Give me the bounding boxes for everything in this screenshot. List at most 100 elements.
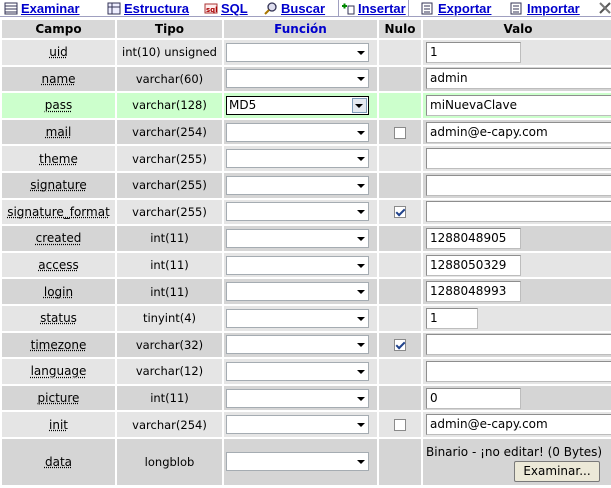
tab-insertar[interactable]: Insertar (338, 0, 409, 17)
tab-estructura[interactable]: Estructura (105, 0, 191, 16)
function-select[interactable] (226, 256, 369, 275)
value-input[interactable]: miNuevaClave (426, 95, 611, 116)
null-cell (379, 439, 421, 485)
table-row: language varchar(12) (2, 359, 611, 384)
null-checkbox[interactable] (394, 339, 406, 351)
null-checkbox[interactable] (394, 206, 406, 218)
value-cell: 1288048993 (423, 279, 611, 304)
function-cell (224, 333, 377, 358)
function-cell (224, 359, 377, 384)
value-cell: 0 (423, 386, 611, 411)
null-cell (379, 412, 421, 437)
field-name-cell: theme (2, 146, 115, 171)
value-input[interactable] (426, 201, 611, 222)
value-input[interactable]: admin (426, 68, 611, 89)
field-name-cell: signature_format (2, 200, 115, 225)
null-checkbox[interactable] (394, 127, 406, 139)
function-select[interactable] (226, 176, 369, 195)
function-select[interactable] (226, 362, 369, 381)
column-header-function[interactable]: Función (224, 20, 377, 38)
null-cell (379, 333, 421, 358)
function-cell (224, 279, 377, 304)
browse-table-icon (4, 2, 18, 15)
function-select[interactable] (226, 69, 369, 88)
tab-buscar[interactable]: Buscar (262, 0, 327, 16)
field-type: varchar(128) (117, 93, 222, 118)
function-select[interactable] (226, 43, 369, 62)
field-type: varchar(255) (117, 200, 222, 225)
browse-file-button[interactable]: Examinar... (514, 461, 600, 482)
field-name: language (31, 364, 87, 378)
chevron-down-icon (357, 290, 365, 294)
value-input[interactable]: 1288050329 (426, 255, 521, 276)
value-input[interactable] (426, 148, 611, 169)
function-select[interactable] (226, 415, 369, 434)
value-cell (423, 173, 611, 198)
function-select[interactable] (226, 202, 369, 221)
function-cell (224, 226, 377, 251)
tab-bar: Examinar Estructura sql SQL Buscar Insertar Ex… (0, 0, 611, 17)
value-cell: Binario - ¡no editar! (0 Bytes) Examinar.… (423, 439, 611, 485)
null-checkbox[interactable] (394, 419, 406, 431)
table-row: theme varchar(255) (2, 146, 611, 171)
tab-label: Exportar (438, 1, 491, 16)
table-row: init varchar(254) admin@e-capy.com (2, 412, 611, 437)
function-cell (224, 439, 377, 485)
function-cell (224, 67, 377, 92)
tab-examinar[interactable]: Examinar (2, 0, 82, 16)
function-select[interactable] (226, 123, 369, 142)
chevron-down-icon (357, 460, 365, 464)
value-input[interactable]: 0 (426, 388, 521, 409)
function-select[interactable] (226, 389, 369, 408)
function-select[interactable] (226, 452, 369, 471)
field-name: mail (46, 125, 72, 139)
field-type: int(11) (117, 279, 222, 304)
operations-icon[interactable] (598, 1, 611, 15)
value-input[interactable] (426, 361, 611, 382)
function-cell (224, 200, 377, 225)
value-input[interactable]: 1 (426, 42, 521, 63)
field-name: signature (30, 178, 87, 192)
tab-exportar[interactable]: Exportar (419, 0, 493, 16)
value-input[interactable] (426, 334, 611, 355)
function-select[interactable] (226, 149, 369, 168)
value-input[interactable]: 1 (426, 308, 478, 329)
null-cell (379, 306, 421, 331)
chevron-down-icon (357, 210, 365, 214)
value-cell (423, 200, 611, 225)
tab-sql[interactable]: sql SQL (202, 0, 250, 16)
value-input[interactable]: 1288048905 (426, 228, 521, 249)
function-select[interactable] (226, 229, 369, 248)
value-input[interactable] (426, 175, 611, 196)
dropdown-button[interactable] (352, 98, 367, 113)
function-select[interactable] (226, 335, 369, 354)
function-select[interactable] (226, 309, 369, 328)
field-name: status (40, 311, 77, 325)
function-select-value: MD5 (229, 98, 256, 112)
value-cell: admin@e-capy.com (423, 120, 611, 145)
null-cell (379, 173, 421, 198)
field-type: int(11) (117, 253, 222, 278)
tab-importar[interactable]: Importar (508, 0, 582, 16)
insert-form-table: Campo Tipo Función Nulo Valo uid int(10) … (0, 18, 611, 487)
import-icon (510, 2, 524, 15)
null-cell (379, 386, 421, 411)
value-input[interactable]: 1288048993 (426, 281, 521, 302)
value-input[interactable]: admin@e-capy.com (426, 122, 611, 143)
function-select[interactable] (226, 282, 369, 301)
field-name: uid (49, 45, 68, 59)
search-icon (264, 2, 278, 15)
tab-label: Importar (527, 1, 580, 16)
function-select[interactable]: MD5 (226, 96, 369, 115)
chevron-down-icon (357, 184, 365, 188)
binary-note: Binario - ¡no editar! (0 Bytes) (426, 444, 611, 460)
tab-label: Estructura (124, 1, 189, 16)
value-input[interactable]: admin@e-capy.com (426, 414, 611, 435)
function-cell: MD5 (224, 93, 377, 118)
column-header-null: Nulo (379, 20, 421, 38)
column-header-type: Tipo (117, 20, 222, 38)
column-header-value: Valo (423, 20, 611, 38)
insert-icon (341, 2, 355, 15)
null-cell (379, 279, 421, 304)
sql-icon: sql (204, 2, 218, 15)
